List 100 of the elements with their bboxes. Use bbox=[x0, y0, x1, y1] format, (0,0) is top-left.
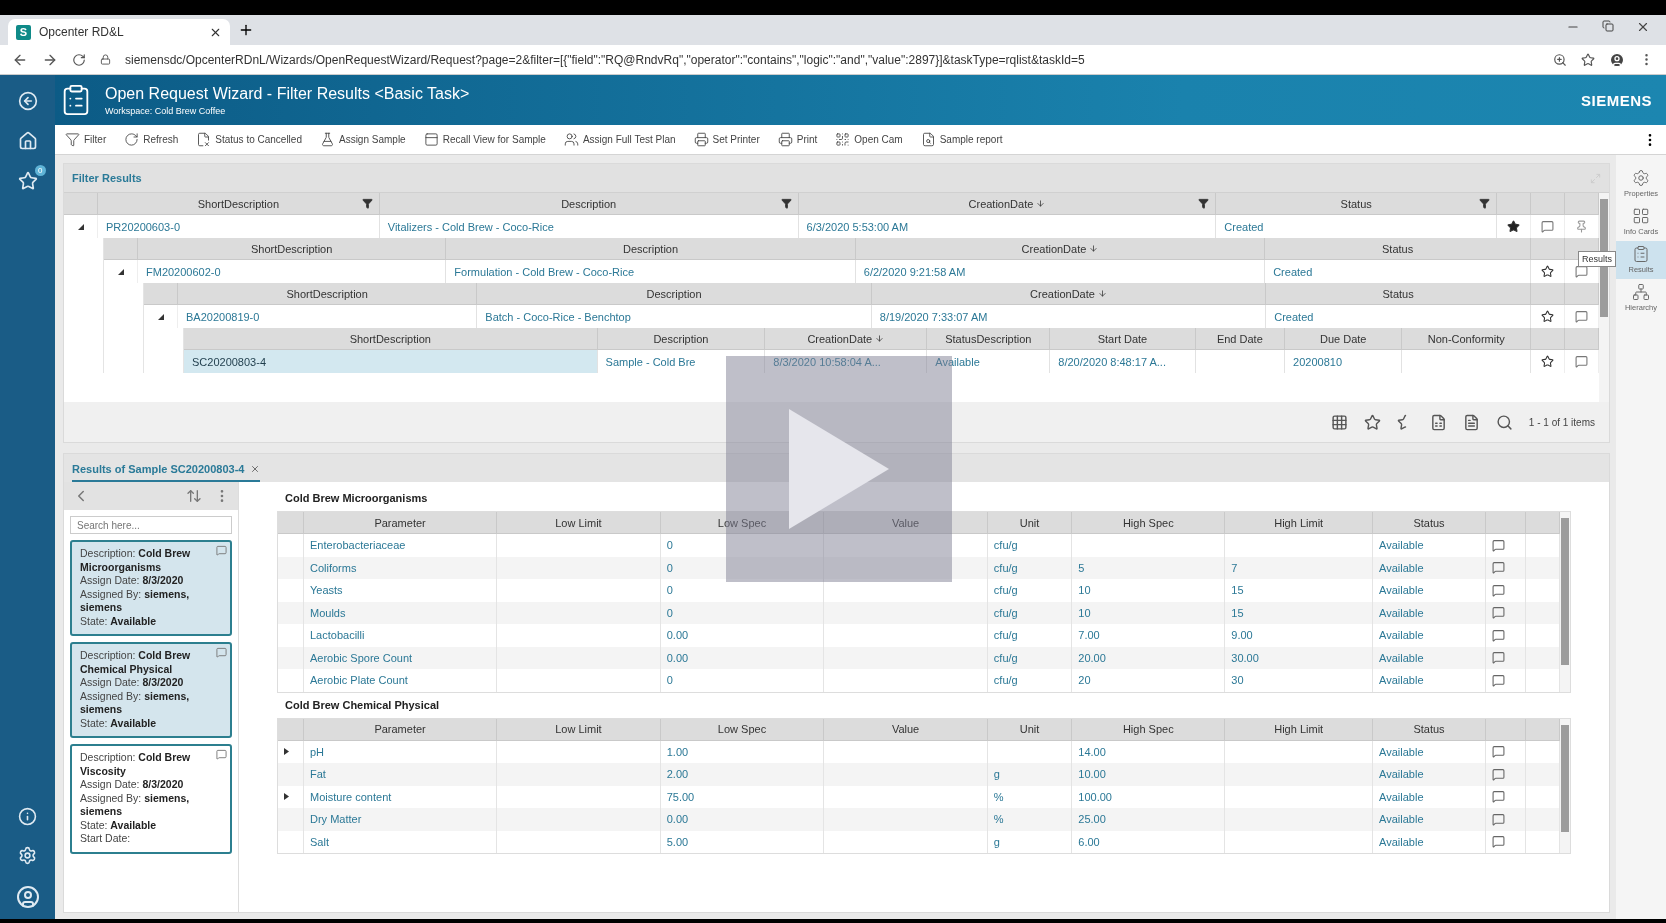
column-header[interactable]: Parameter bbox=[304, 718, 498, 741]
document-icon[interactable] bbox=[1462, 413, 1480, 431]
result-card[interactable]: Description: Cold Brew Microorganisms Assign Date: 8/3/2020 Assigned By: siemens, siemens State: Available bbox=[70, 540, 232, 636]
sort-icon[interactable] bbox=[186, 488, 202, 504]
comment-icon[interactable] bbox=[1541, 220, 1554, 233]
column-header[interactable]: ShortDescription bbox=[98, 193, 380, 215]
column-header[interactable]: High Spec bbox=[1072, 512, 1226, 534]
column-header[interactable]: Low Limit bbox=[497, 718, 661, 741]
column-header[interactable]: High Limit bbox=[1225, 512, 1374, 534]
column-header[interactable]: Due Date bbox=[1285, 328, 1403, 350]
expand-toggle-icon[interactable] bbox=[77, 223, 84, 230]
column-header[interactable]: Status bbox=[1373, 718, 1486, 741]
info-icon[interactable] bbox=[18, 807, 37, 826]
column-header[interactable]: High Limit bbox=[1225, 718, 1374, 741]
comment-icon[interactable] bbox=[1492, 606, 1505, 620]
star-icon[interactable] bbox=[1581, 52, 1595, 67]
star-icon[interactable] bbox=[1507, 220, 1520, 233]
comment-icon[interactable] bbox=[1492, 745, 1505, 759]
settings-icon[interactable] bbox=[18, 846, 37, 865]
column-header[interactable]: High Spec bbox=[1072, 718, 1226, 741]
column-header[interactable]: Status bbox=[1216, 193, 1497, 215]
search-field[interactable]: Search here... bbox=[70, 516, 232, 534]
column-header[interactable]: Description bbox=[446, 238, 856, 260]
close-icon[interactable] bbox=[1636, 20, 1650, 34]
back-icon[interactable] bbox=[17, 91, 38, 111]
comment-icon[interactable] bbox=[1492, 628, 1505, 642]
search-icon[interactable] bbox=[1495, 413, 1513, 431]
toolbar-button[interactable]: Open Cam bbox=[833, 130, 905, 149]
column-header[interactable]: Status bbox=[1373, 512, 1486, 534]
column-header[interactable]: Status bbox=[1265, 238, 1531, 260]
table-row[interactable]: Dry Matter 0.00 % 25.00 Available bbox=[278, 808, 1560, 831]
expand-toggle-icon[interactable] bbox=[284, 748, 289, 756]
comment-icon[interactable] bbox=[1492, 767, 1505, 781]
comment-icon[interactable] bbox=[1492, 651, 1505, 665]
expand-toggle-icon[interactable] bbox=[157, 313, 164, 320]
expand-toggle-icon[interactable] bbox=[117, 268, 124, 275]
table-row[interactable]: Coliforms 0 cfu/g 5 7 Available bbox=[278, 556, 1560, 579]
user-icon[interactable] bbox=[15, 885, 40, 909]
table-row[interactable]: Aerobic Spore Count 0.00 cfu/g 20.00 30.00 Available bbox=[278, 646, 1560, 669]
column-header[interactable]: CreationDate bbox=[798, 193, 1217, 215]
column-header[interactable]: Value bbox=[824, 718, 988, 741]
comment-icon[interactable] bbox=[216, 545, 227, 556]
grid-icon[interactable] bbox=[1330, 413, 1348, 431]
comment-icon[interactable] bbox=[1575, 265, 1588, 278]
spreadsheet-icon[interactable] bbox=[1429, 413, 1447, 431]
expand-toggle-icon[interactable] bbox=[284, 793, 289, 801]
comment-icon[interactable] bbox=[216, 749, 227, 760]
star-icon[interactable] bbox=[1363, 413, 1381, 431]
scrollbar[interactable] bbox=[1560, 512, 1570, 692]
tab-title[interactable]: Opcenter RD&L bbox=[39, 25, 201, 39]
comment-icon[interactable] bbox=[1575, 355, 1588, 368]
toolbar-button[interactable]: Print bbox=[775, 130, 820, 149]
toolbar-button[interactable]: Filter bbox=[63, 130, 109, 149]
column-header[interactable]: ShortDescription bbox=[178, 283, 478, 305]
result-card[interactable]: Description: Cold Brew Viscosity Assign Date: 8/3/2020 Assigned By: siemens, siemens State: Available Start Date: bbox=[70, 744, 232, 854]
comment-icon[interactable] bbox=[1492, 538, 1505, 552]
column-header[interactable]: Description bbox=[597, 328, 766, 350]
reload-icon[interactable] bbox=[72, 52, 86, 67]
column-header[interactable]: CreationDate bbox=[871, 283, 1267, 305]
table-row[interactable]: Moulds 0 cfu/g 10 15 Available bbox=[278, 601, 1560, 624]
home-icon[interactable] bbox=[17, 131, 38, 151]
filter-icon[interactable] bbox=[1479, 198, 1490, 209]
column-header[interactable]: Unit bbox=[987, 512, 1073, 534]
column-header[interactable]: Low Limit bbox=[497, 512, 661, 534]
comment-icon[interactable] bbox=[1492, 673, 1505, 687]
new-tab-icon[interactable] bbox=[238, 22, 254, 38]
toolbar-button[interactable]: Assign Full Test Plan bbox=[561, 130, 678, 149]
toolbar-button[interactable]: Refresh bbox=[122, 130, 181, 149]
result-card[interactable]: Description: Cold Brew Chemical Physical Assign Date: 8/3/2020 Assigned By: siemens, siemens State: Available bbox=[70, 642, 232, 738]
toolbar-button[interactable]: Sample report bbox=[918, 130, 1005, 149]
column-header[interactable]: StatusDescription bbox=[927, 328, 1051, 350]
column-header[interactable]: Low Spec bbox=[660, 718, 825, 741]
comment-icon[interactable] bbox=[1575, 310, 1588, 323]
comment-icon[interactable] bbox=[1492, 812, 1505, 826]
filter-icon[interactable] bbox=[780, 198, 792, 209]
scrollbar[interactable] bbox=[1560, 718, 1570, 853]
table-row[interactable]: Fat 2.00 g 10.00 Available bbox=[278, 763, 1560, 786]
toolbar-button[interactable]: Assign Sample bbox=[317, 130, 408, 149]
column-header[interactable]: Parameter bbox=[304, 512, 498, 534]
column-header[interactable]: Non-Conformity bbox=[1402, 328, 1531, 350]
column-header[interactable]: End Date bbox=[1195, 328, 1286, 350]
column-header[interactable]: Description bbox=[379, 193, 799, 215]
star-icon[interactable] bbox=[1541, 310, 1554, 323]
column-header[interactable]: ShortDescription bbox=[138, 238, 447, 260]
column-header[interactable]: CreationDate bbox=[855, 238, 1266, 260]
star-icon[interactable] bbox=[1541, 355, 1554, 368]
toolbar-button[interactable]: Status to Cancelled bbox=[194, 130, 304, 149]
filter-icon[interactable] bbox=[361, 198, 373, 209]
zoom-icon[interactable] bbox=[1553, 52, 1567, 67]
comment-icon[interactable] bbox=[216, 647, 227, 658]
column-header[interactable]: Start Date bbox=[1050, 328, 1196, 350]
column-header[interactable]: Description bbox=[477, 283, 872, 305]
column-header[interactable]: CreationDate bbox=[765, 328, 928, 350]
restore-icon[interactable] bbox=[1602, 20, 1614, 32]
account-icon[interactable] bbox=[1609, 51, 1625, 68]
column-header[interactable]: ShortDescription bbox=[184, 328, 598, 350]
comment-icon[interactable] bbox=[1492, 835, 1505, 849]
comment-icon[interactable] bbox=[1492, 561, 1505, 575]
toolbar-button[interactable]: Recall View for Sample bbox=[421, 130, 548, 149]
comment-icon[interactable] bbox=[1492, 790, 1505, 804]
